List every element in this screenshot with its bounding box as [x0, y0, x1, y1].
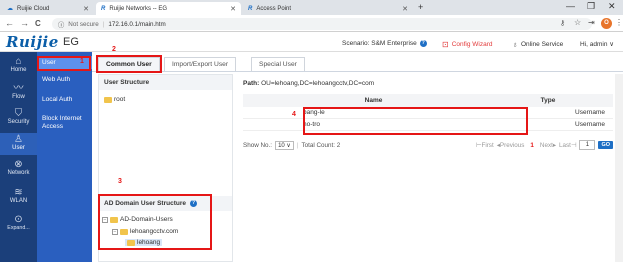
new-tab-button[interactable]: +	[418, 2, 423, 12]
previous-page-link[interactable]: ◂Previous	[497, 142, 525, 149]
first-page-link[interactable]: ⊢First	[476, 142, 494, 149]
sidebar-item-wlan[interactable]: ≋ WLAN	[0, 187, 37, 209]
url-text[interactable]: 172.16.0.1/main.htm	[108, 21, 165, 28]
next-page-link[interactable]: Next▸	[540, 142, 556, 149]
ruijie-favicon-icon: R	[101, 5, 106, 12]
current-page: 1	[530, 141, 534, 149]
submenu-panel	[37, 52, 92, 262]
forward-button[interactable]: →	[20, 18, 29, 28]
url-field[interactable]: ⓘ Not secure | 172.16.0.1/main.htm	[52, 18, 592, 30]
star-icon[interactable]: ☆	[574, 18, 581, 27]
tab-import-export-user[interactable]: Import/Export User	[164, 57, 237, 71]
back-button[interactable]: ←	[5, 18, 14, 28]
close-tab-icon[interactable]: ✕	[83, 5, 89, 13]
tree-node-root[interactable]: root	[104, 96, 125, 103]
submenu-item-local-auth[interactable]: Local Auth	[37, 96, 92, 104]
sidebar-item-security[interactable]: ⛉ Security	[0, 108, 37, 130]
table-header: Name Type	[243, 94, 613, 107]
col-name-header: Name	[364, 97, 383, 104]
sidebar-item-network[interactable]: ⊗ Network	[0, 159, 37, 181]
ruijie-favicon-icon: R	[248, 5, 253, 12]
extension-icon[interactable]: ⇥	[588, 18, 595, 27]
profile-avatar[interactable]: O	[601, 18, 612, 29]
browser-tab-access-point[interactable]: R Access Point ✕	[243, 2, 413, 15]
annotation-box-3	[98, 194, 212, 250]
go-button[interactable]: GO	[598, 141, 613, 149]
wifi-icon: ≋	[14, 187, 23, 198]
scrollbar[interactable]	[615, 74, 623, 262]
tab-special-user[interactable]: Special User	[251, 57, 305, 71]
folder-icon	[104, 96, 112, 103]
config-wizard-link[interactable]: ⊡ Config Wizard	[442, 40, 493, 49]
sidebar-item-user[interactable]: ♙ User	[0, 133, 37, 155]
user-structure-title: User Structure	[99, 75, 232, 90]
security-status[interactable]: Not secure	[68, 21, 98, 28]
flow-icon: 〰	[13, 83, 24, 94]
wizard-icon: ⊡	[442, 40, 449, 49]
browser-tab-ruijie-eg[interactable]: R Ruijie Networks -- EG ✕	[96, 2, 241, 15]
page-size-select[interactable]: 10 ∨	[275, 140, 294, 150]
annotation-number-4: 4	[292, 111, 296, 118]
annotation-box-2	[96, 55, 162, 73]
browser-tab-ruijie-cloud[interactable]: ☁ Ruijie Cloud ✕	[2, 2, 94, 15]
close-window-button[interactable]: ✕	[608, 1, 616, 12]
home-icon: ⌂	[15, 56, 22, 67]
close-tab-icon[interactable]: ✕	[402, 5, 408, 13]
total-count: Total Count: 2	[301, 141, 341, 149]
ruijie-logo: Ruijie	[6, 33, 59, 51]
annotation-number-3: 3	[118, 178, 122, 185]
network-icon: ⊗	[14, 159, 23, 170]
annotation-number-2: 2	[112, 46, 116, 53]
headset-icon: ♁	[512, 40, 518, 49]
menu-icon[interactable]: ⋮	[615, 18, 623, 27]
sidebar-item-expand[interactable]: ⊙ Expand...	[0, 214, 37, 236]
sidebar-item-home[interactable]: ⌂ Home	[0, 56, 37, 78]
annotation-number-1: 1	[80, 58, 84, 65]
submenu-item-web-auth[interactable]: Web Auth	[37, 76, 92, 84]
reload-button[interactable]: C	[35, 19, 41, 28]
expand-icon: ⊙	[14, 214, 23, 225]
info-icon[interactable]: ⓘ	[58, 20, 64, 29]
annotation-box-4	[303, 107, 528, 135]
page-number-input[interactable]: 1	[579, 140, 596, 150]
url-separator: |	[102, 20, 105, 28]
product-name: EG	[63, 36, 79, 48]
last-page-link[interactable]: Last⊣	[559, 142, 576, 149]
help-icon[interactable]: ?	[419, 40, 427, 47]
user-menu[interactable]: Hi, admin ∨	[580, 40, 614, 48]
shield-icon: ⛉	[14, 108, 23, 119]
maximize-button[interactable]: ❐	[587, 1, 595, 12]
cloud-icon: ☁	[7, 6, 13, 12]
scenario-label: Scenario: S&M Enterprise ?	[342, 40, 427, 47]
col-type-header: Type	[540, 97, 556, 104]
path-display: Path: OU=lehoang,DC=lehoangcctv,DC=com	[243, 80, 375, 87]
minimize-button[interactable]: —	[566, 1, 575, 11]
close-tab-icon[interactable]: ✕	[230, 5, 236, 13]
user-icon: ♙	[14, 134, 23, 145]
sidebar-item-flow[interactable]: 〰 Flow	[0, 83, 37, 105]
online-service-link[interactable]: ♁ Online Service	[512, 40, 563, 49]
key-icon[interactable]: ⚷	[560, 19, 565, 27]
pagination-bar: Show No.: 10 ∨ | Total Count: 2 ⊢First ◂…	[243, 139, 613, 151]
submenu-item-block-internet[interactable]: Block Internet Access	[37, 115, 89, 130]
